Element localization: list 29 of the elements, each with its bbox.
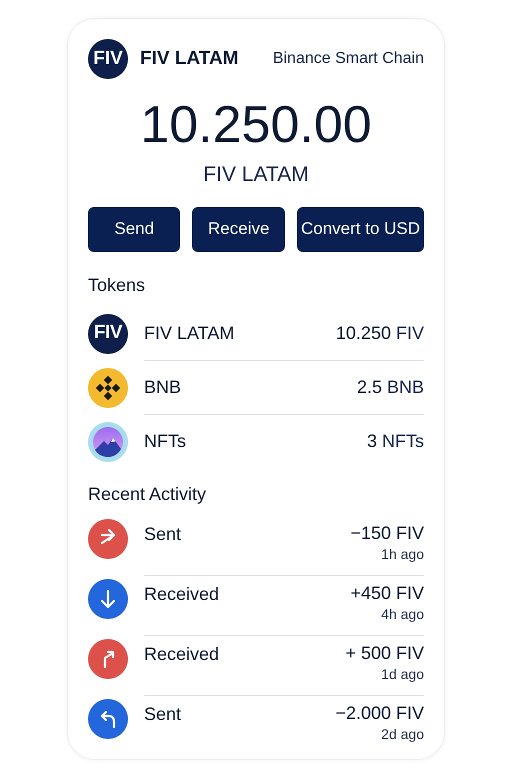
action-button[interactable]: Receive	[192, 206, 285, 252]
token-name: NFTs	[144, 430, 186, 453]
activity-label: Sent	[144, 702, 182, 726]
activity-amount: −150 FIV	[350, 522, 424, 544]
network-label: Binance Smart Chain	[272, 49, 424, 69]
token-balance: 3 NFTs	[366, 430, 424, 453]
action-button[interactable]: Send	[88, 206, 180, 252]
brand-logo: FIV	[88, 39, 128, 79]
section-title: Recent Activity	[88, 482, 208, 506]
activity-amount: +450 FIV	[350, 582, 424, 604]
activity-time: 2d ago	[381, 724, 424, 742]
wallet-title: FIV LATAM	[140, 46, 238, 71]
token-balance: 10.250 FIV	[336, 322, 424, 344]
balance-currency: FIV LATAM	[203, 162, 309, 188]
token-balance: 2.5 BNB	[356, 376, 424, 398]
token-name: FIV LATAM	[144, 322, 234, 344]
token-logo: FIV	[88, 314, 128, 354]
action-button[interactable]: Convert to USD	[296, 206, 424, 252]
balance-amount: 10.250.00	[140, 95, 372, 155]
activity-label: Received	[144, 642, 220, 666]
activity-time: 1d ago	[381, 664, 424, 682]
activity-label: Received	[144, 582, 220, 606]
activity-time: 4h ago	[381, 604, 424, 622]
activity-time: 1h ago	[381, 544, 424, 562]
section-title: Tokens	[88, 274, 146, 296]
token-name: BNB	[144, 376, 182, 398]
activity-label: Sent	[144, 522, 182, 546]
activity-amount: + 500 FIV	[345, 642, 424, 664]
activity-amount: −2.000 FIV	[335, 702, 424, 724]
